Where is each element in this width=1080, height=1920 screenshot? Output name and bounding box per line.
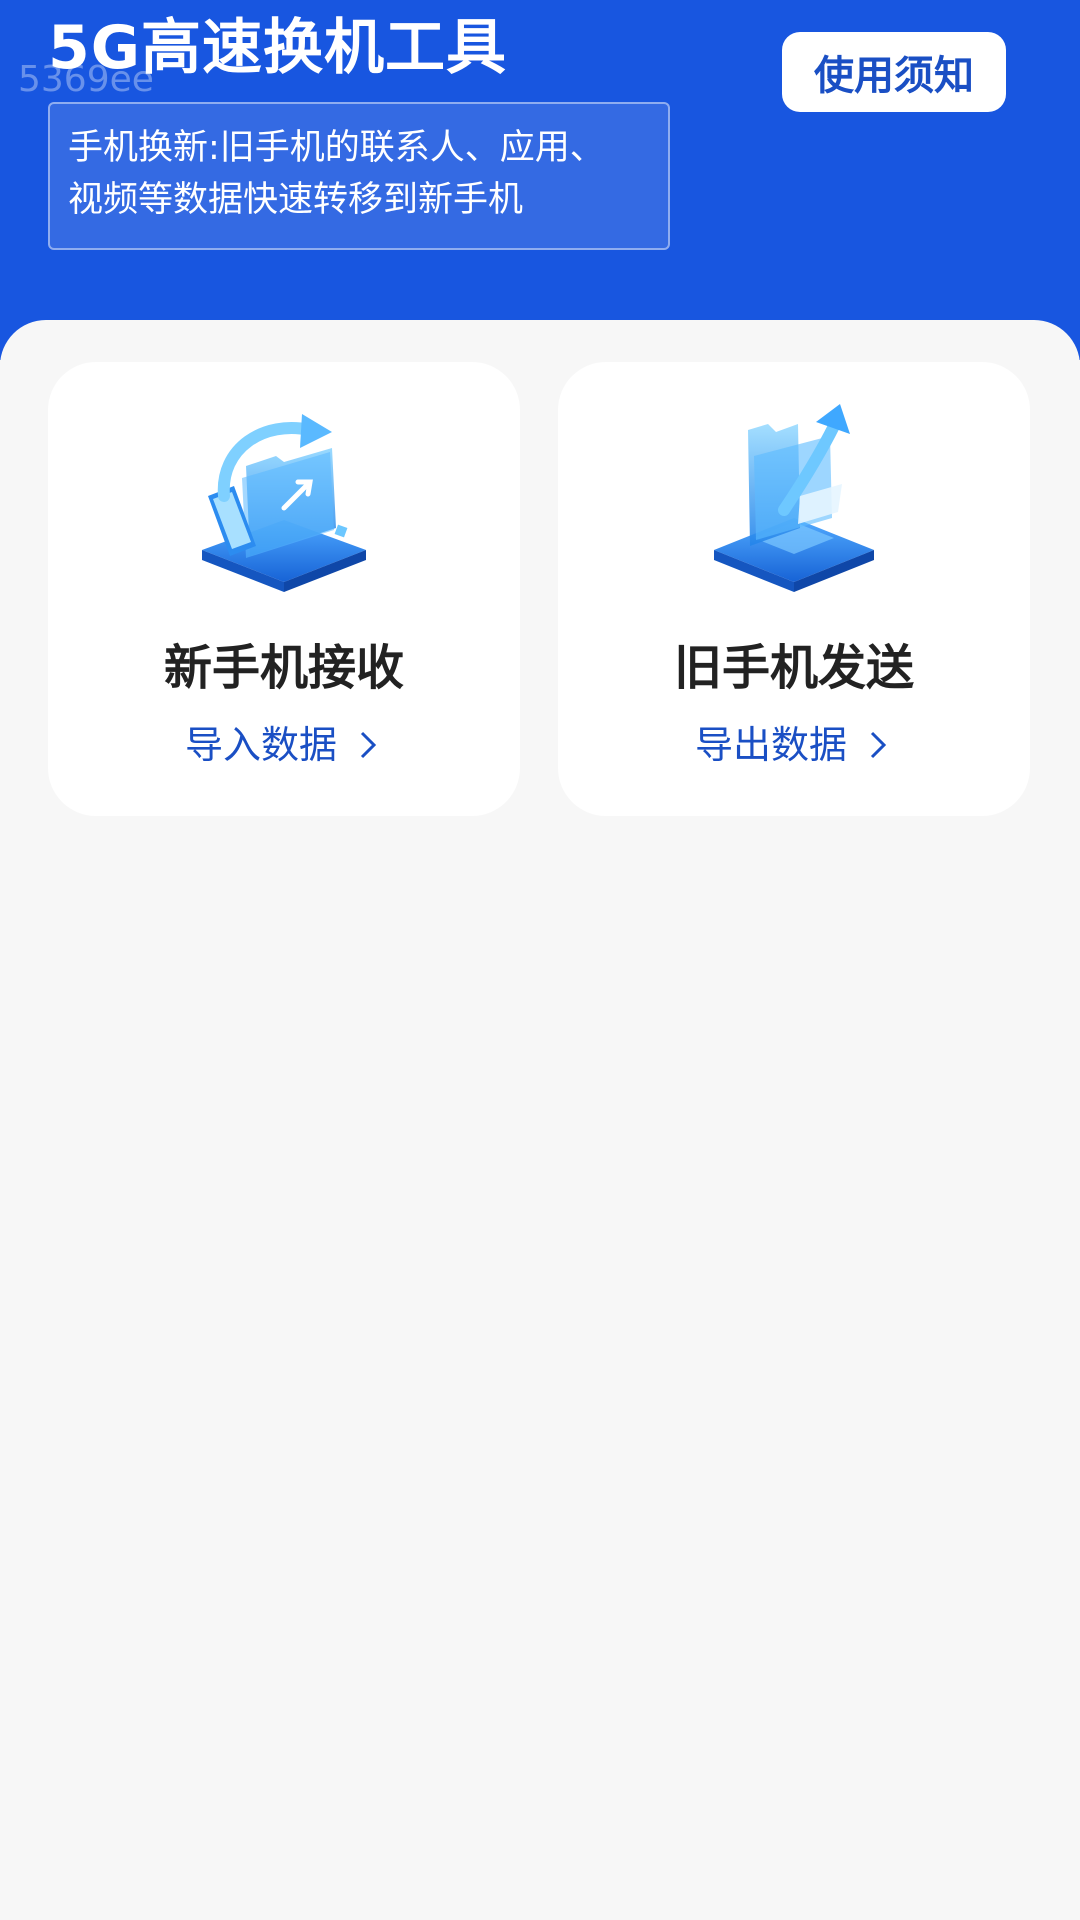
description-line-2: 视频等数据快速转移到新手机: [68, 180, 524, 220]
export-data-link[interactable]: 导出数据: [558, 720, 1030, 770]
watermark: 5369ee: [18, 59, 154, 100]
import-data-label: 导入数据: [184, 723, 337, 767]
chevron-right-icon: [870, 731, 887, 759]
receive-card[interactable]: 新手机接收 导入数据: [48, 362, 520, 816]
header: 5G高速换机工具 5369ee 使用须知 手机换新:旧手机的联系人、应用、 视频…: [0, 0, 1080, 360]
export-data-label: 导出数据: [694, 723, 847, 767]
send-data-illustration-icon: [714, 404, 874, 592]
receive-data-illustration-icon: [202, 414, 366, 592]
send-card[interactable]: 旧手机发送 导出数据: [558, 362, 1030, 816]
usage-notice-button[interactable]: 使用须知: [782, 32, 1006, 112]
send-card-title: 旧手机发送: [673, 640, 914, 696]
import-data-link[interactable]: 导入数据: [48, 720, 520, 770]
chevron-right-icon: [360, 731, 377, 759]
receive-card-title: 新手机接收: [163, 640, 404, 696]
description-line-1: 手机换新:旧手机的联系人、应用、: [68, 128, 605, 168]
description-box: 手机换新:旧手机的联系人、应用、 视频等数据快速转移到新手机: [48, 102, 670, 250]
